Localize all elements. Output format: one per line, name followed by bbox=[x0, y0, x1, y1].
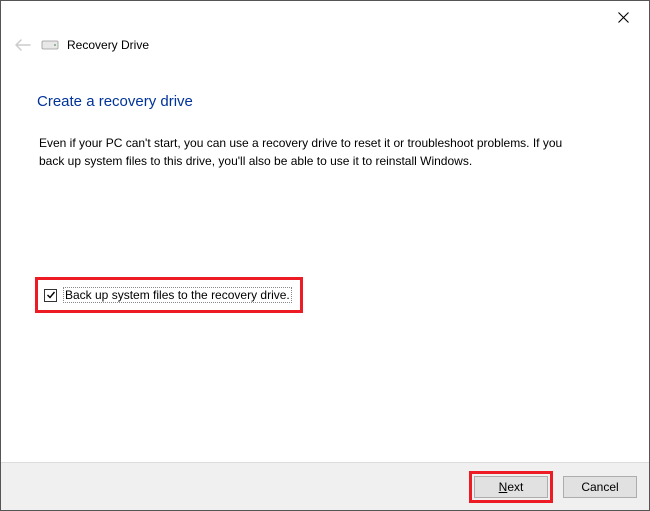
window-title: Recovery Drive bbox=[67, 38, 149, 52]
close-button[interactable] bbox=[605, 5, 641, 29]
header-row: Recovery Drive bbox=[1, 31, 649, 55]
backup-checkbox-row: Back up system files to the recovery dri… bbox=[35, 277, 303, 313]
drive-icon bbox=[41, 38, 59, 52]
page-description: Even if your PC can't start, you can use… bbox=[37, 134, 577, 170]
next-button[interactable]: Next bbox=[474, 476, 548, 498]
back-arrow-icon bbox=[14, 38, 32, 52]
titlebar bbox=[1, 1, 649, 31]
page-heading: Create a recovery drive bbox=[37, 93, 609, 110]
backup-checkbox-label[interactable]: Back up system files to the recovery dri… bbox=[63, 287, 292, 303]
close-icon bbox=[618, 12, 629, 23]
back-button bbox=[13, 35, 33, 55]
next-button-highlight: Next bbox=[469, 471, 553, 503]
backup-checkbox[interactable] bbox=[44, 289, 57, 302]
footer: Next Cancel bbox=[1, 462, 649, 510]
checkmark-icon bbox=[46, 290, 56, 300]
content-area: Create a recovery drive Even if your PC … bbox=[1, 55, 649, 170]
cancel-button[interactable]: Cancel bbox=[563, 476, 637, 498]
